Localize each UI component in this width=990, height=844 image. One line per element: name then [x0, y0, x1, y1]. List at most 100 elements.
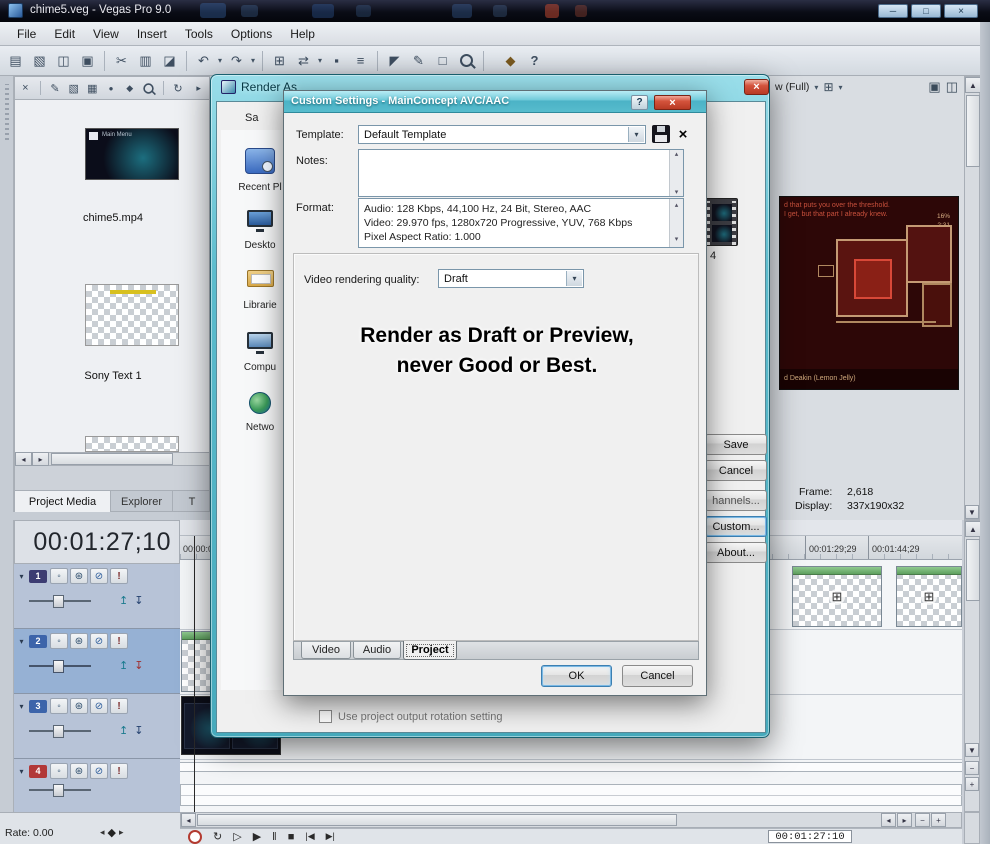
scroll-thumb[interactable] [197, 814, 677, 826]
preview-vscrollbar[interactable]: ▲ ▼ [964, 76, 980, 520]
track-bus-up-icon[interactable]: ↥ [119, 724, 128, 737]
save-snapshot-icon[interactable]: ◫ [946, 79, 958, 95]
recent-places-icon[interactable] [245, 148, 275, 174]
menu-options[interactable]: Options [222, 24, 281, 44]
desktop-icon[interactable] [247, 210, 273, 227]
tab-video[interactable]: Video [301, 642, 351, 659]
new-project-button[interactable]: ▤ [4, 50, 27, 72]
play-from-start-button[interactable]: ▷ [233, 830, 241, 843]
undo-dropdown-icon[interactable]: ▾ [216, 56, 224, 65]
menu-help[interactable]: Help [281, 24, 324, 44]
computer-icon[interactable] [247, 332, 273, 349]
menu-tools[interactable]: Tools [176, 24, 222, 44]
dialog-cancel-button[interactable]: Cancel [622, 665, 693, 687]
minimize-button[interactable]: ─ [878, 4, 908, 18]
rate-slider-handle[interactable]: ◆ [108, 826, 116, 839]
copy-button[interactable]: ▥ [134, 50, 157, 72]
track-bus-down-icon[interactable]: ↧ [134, 594, 143, 607]
normal-edit-tool-button[interactable]: ◤ [383, 50, 406, 72]
zoom-in-icon[interactable]: + [931, 813, 946, 827]
video-event[interactable]: ⊞ [896, 566, 962, 627]
track-header-3[interactable]: ▾ 3 ◦ ⊛ ⊘ ! ↥ ↧ [14, 694, 180, 759]
cut-button[interactable]: ✂ [110, 50, 133, 72]
slider-handle[interactable] [53, 660, 64, 673]
track-mute-icon[interactable]: ⊘ [90, 568, 108, 584]
menu-edit[interactable]: Edit [45, 24, 84, 44]
tab-explorer[interactable]: Explorer [111, 491, 173, 512]
track-pan-icon[interactable]: ◦ [50, 633, 68, 649]
save-project-button[interactable]: ◫ [52, 50, 75, 72]
track-expand-icon[interactable]: ▾ [17, 572, 26, 581]
clip-label[interactable]: Sony Text 1 [15, 370, 210, 382]
copy-snapshot-icon[interactable]: ▣ [928, 79, 940, 95]
video-event[interactable] [181, 631, 211, 692]
auto-ripple-button[interactable]: ⇄ [292, 50, 315, 72]
custom-dialog-close-button[interactable]: × [654, 95, 691, 110]
scroll-left-icon[interactable]: ◂ [881, 813, 896, 827]
libraries-icon[interactable] [247, 270, 274, 287]
menu-view[interactable]: View [84, 24, 128, 44]
track-pan-icon[interactable]: ◦ [50, 763, 68, 779]
scroll-left-icon[interactable]: ◂ [15, 452, 32, 466]
time-display[interactable]: 00:01:27;10 [14, 520, 180, 564]
track-number-badge[interactable]: 4 [29, 765, 47, 778]
channels-button[interactable]: hannels... [705, 490, 767, 511]
dock-drag-handle[interactable] [5, 84, 9, 140]
audio-event[interactable] [180, 784, 962, 806]
enable-snapping-button[interactable]: ⊞ [268, 50, 291, 72]
track-zoom-in-icon[interactable]: + [965, 777, 979, 791]
track-bus-down-icon[interactable]: ↧ [134, 724, 143, 737]
about-button[interactable]: About... [705, 542, 767, 563]
track-solo-icon[interactable]: ! [110, 568, 128, 584]
track-solo-icon[interactable]: ! [110, 763, 128, 779]
render-dialog-close-button[interactable]: × [744, 79, 769, 95]
rate-slider-right-icon[interactable]: ▸ [119, 827, 124, 838]
track-header-2[interactable]: ▾ 2 ◦ ⊛ ⊘ ! ↥ ↧ [14, 629, 180, 694]
maximize-button[interactable]: □ [911, 4, 941, 18]
track-expand-icon[interactable]: ▾ [17, 702, 26, 711]
custom-dialog-titlebar[interactable]: Custom Settings - MainConcept AVC/AAC ? … [284, 91, 706, 113]
scroll-thumb[interactable] [51, 453, 173, 465]
preview-grid-dropdown-icon[interactable]: ▾ [839, 83, 843, 92]
clip-thumbnail-sony-text[interactable] [85, 284, 179, 346]
undo-button[interactable]: ↶ [192, 50, 215, 72]
save-button[interactable]: Save [705, 434, 767, 455]
open-project-button[interactable]: ▧ [28, 50, 51, 72]
ripple-dropdown-icon[interactable]: ▾ [316, 56, 324, 65]
track-level-slider[interactable] [29, 665, 91, 667]
audio-event[interactable] [180, 762, 962, 772]
refresh-media-icon[interactable]: ↻ [170, 79, 187, 97]
whats-this-help-button[interactable]: ? [523, 50, 546, 72]
track-mute-icon[interactable]: ⊘ [90, 698, 108, 714]
preview-quality-dropdown-icon[interactable]: ▾ [814, 83, 818, 92]
notes-scrollbar[interactable]: ▴ ▾ [669, 150, 683, 196]
save-template-icon[interactable] [652, 125, 670, 143]
scroll-thumb[interactable] [966, 95, 980, 167]
envelope-edit-tool-button[interactable]: ✎ [407, 50, 430, 72]
scroll-right-icon[interactable]: ▸ [897, 813, 912, 827]
track-solo-icon[interactable]: ! [110, 698, 128, 714]
track-bus-up-icon[interactable]: ↥ [119, 594, 128, 607]
scroll-up-icon[interactable]: ▲ [965, 77, 981, 93]
track-fx-gear-icon[interactable]: ⊛ [70, 633, 88, 649]
track-expand-icon[interactable]: ▾ [17, 637, 26, 646]
scroll-up-icon[interactable]: ▴ [675, 199, 679, 213]
scroll-down-icon[interactable]: ▼ [965, 505, 979, 519]
edit-media-icon[interactable]: ✎ [47, 79, 64, 97]
rotation-checkbox[interactable] [319, 710, 332, 723]
zoom-edit-tool-button[interactable] [455, 50, 478, 72]
capture-video-icon[interactable]: ▦ [84, 79, 101, 97]
video-event[interactable]: ⊞ [792, 566, 882, 627]
track-mute-icon[interactable]: ⊘ [90, 633, 108, 649]
combo-dropdown-icon[interactable]: ▾ [628, 127, 644, 142]
format-scrollbar[interactable]: ▴ ▾ [669, 199, 683, 247]
slider-handle[interactable] [53, 595, 64, 608]
scroll-right-icon[interactable]: ▸ [32, 452, 49, 466]
go-to-start-button[interactable]: |◀ [305, 831, 314, 842]
event-move-icon[interactable]: ⊞ [921, 589, 937, 605]
tab-audio[interactable]: Audio [353, 642, 401, 659]
template-combobox[interactable]: Default Template ▾ [358, 125, 646, 144]
slider-handle[interactable] [53, 725, 64, 738]
stop-button[interactable]: ■ [288, 831, 295, 843]
paste-button[interactable]: ◪ [158, 50, 181, 72]
